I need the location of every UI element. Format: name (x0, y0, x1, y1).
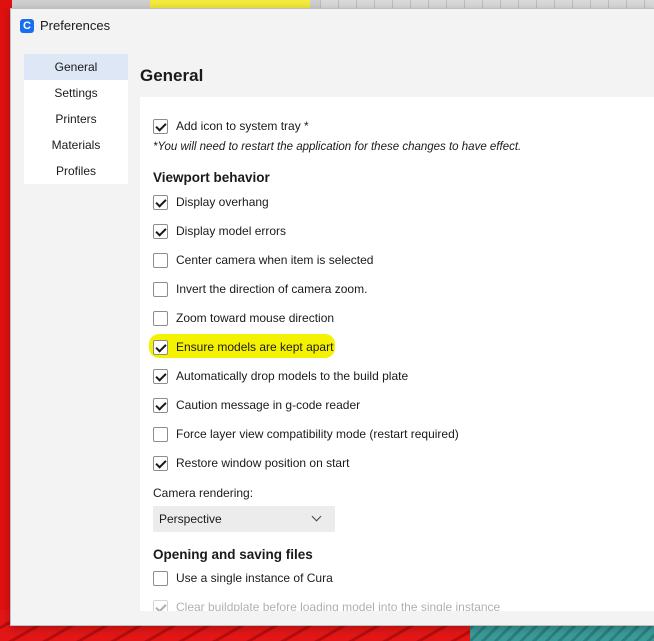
auto-drop-checkbox[interactable] (153, 368, 168, 384)
sidebar-item-printers[interactable]: Printers (24, 106, 128, 132)
option-invert-zoom[interactable]: Invert the direction of camera zoom. (153, 279, 367, 299)
tray-option[interactable]: Add icon to system tray * (153, 116, 309, 136)
invert-zoom-label: Invert the direction of camera zoom. (176, 282, 368, 296)
preferences-sidebar: General Settings Printers Materials Prof… (24, 54, 128, 184)
display-model-errors-label: Display model errors (176, 224, 287, 238)
option-clear-buildplate[interactable]: Clear buildplate before loading model in… (153, 597, 500, 611)
gcode-caution-checkbox[interactable] (153, 397, 168, 413)
gcode-caution-label: Caution message in g-code reader (176, 398, 361, 412)
clear-buildplate-label: Clear buildplate before loading model in… (176, 600, 501, 611)
models-kept-apart-label: Ensure models are kept apart (176, 340, 334, 354)
sidebar-item-general[interactable]: General (24, 54, 128, 80)
display-overhang-label: Display overhang (176, 195, 269, 209)
camera-rendering-label: Camera rendering: (153, 486, 254, 500)
option-display-model-errors[interactable]: Display model errors (153, 221, 286, 241)
option-layer-compat[interactable]: Force layer view compatibility mode (res… (153, 424, 459, 444)
tray-label: Add icon to system tray * (176, 119, 309, 133)
title-bar: C Preferences (11, 9, 654, 43)
auto-drop-label: Automatically drop models to the build p… (176, 369, 409, 383)
option-models-kept-apart[interactable]: Ensure models are kept apart (149, 334, 335, 358)
restore-window-label: Restore window position on start (176, 456, 350, 470)
camera-rendering-dropdown[interactable]: Perspective (153, 506, 335, 532)
restart-note: *You will need to restart the applicatio… (153, 141, 522, 153)
option-restore-window[interactable]: Restore window position on start (153, 453, 349, 473)
zoom-to-mouse-label: Zoom toward mouse direction (176, 311, 335, 325)
zoom-to-mouse-checkbox[interactable] (153, 310, 168, 326)
clear-buildplate-checkbox[interactable] (153, 599, 168, 611)
display-overhang-checkbox[interactable] (153, 194, 168, 210)
layer-compat-label: Force layer view compatibility mode (res… (176, 427, 459, 441)
option-single-instance[interactable]: Use a single instance of Cura (153, 568, 333, 588)
layer-compat-checkbox[interactable] (153, 426, 168, 442)
invert-zoom-checkbox[interactable] (153, 281, 168, 297)
tray-checkbox[interactable] (153, 118, 168, 134)
option-gcode-caution[interactable]: Caution message in g-code reader (153, 395, 360, 415)
page-title: General (140, 66, 204, 85)
display-model-errors-checkbox[interactable] (153, 223, 168, 239)
preferences-dialog: C Preferences General Settings Printers … (10, 8, 654, 626)
single-instance-label: Use a single instance of Cura (176, 571, 333, 585)
single-instance-checkbox[interactable] (153, 570, 168, 586)
restore-window-checkbox[interactable] (153, 455, 168, 471)
sidebar-item-materials[interactable]: Materials (24, 132, 128, 158)
center-camera-checkbox[interactable] (153, 252, 168, 268)
chevron-down-icon (311, 511, 322, 522)
option-display-overhang[interactable]: Display overhang (153, 192, 269, 212)
viewport-heading: Viewport behavior (153, 170, 270, 185)
sidebar-item-settings[interactable]: Settings (24, 80, 128, 106)
window-title: Preferences (40, 18, 111, 33)
camera-rendering-value: Perspective (159, 512, 222, 526)
files-heading: Opening and saving files (153, 547, 313, 562)
option-center-camera[interactable]: Center camera when item is selected (153, 250, 373, 270)
center-camera-label: Center camera when item is selected (176, 253, 374, 267)
sidebar-item-profiles[interactable]: Profiles (24, 158, 128, 184)
option-auto-drop[interactable]: Automatically drop models to the build p… (153, 366, 408, 386)
option-zoom-to-mouse[interactable]: Zoom toward mouse direction (153, 308, 334, 328)
cura-app-icon: C (20, 19, 34, 33)
models-kept-apart-checkbox[interactable] (153, 339, 168, 355)
settings-panel[interactable]: Add icon to system tray * *You will need… (140, 97, 654, 611)
